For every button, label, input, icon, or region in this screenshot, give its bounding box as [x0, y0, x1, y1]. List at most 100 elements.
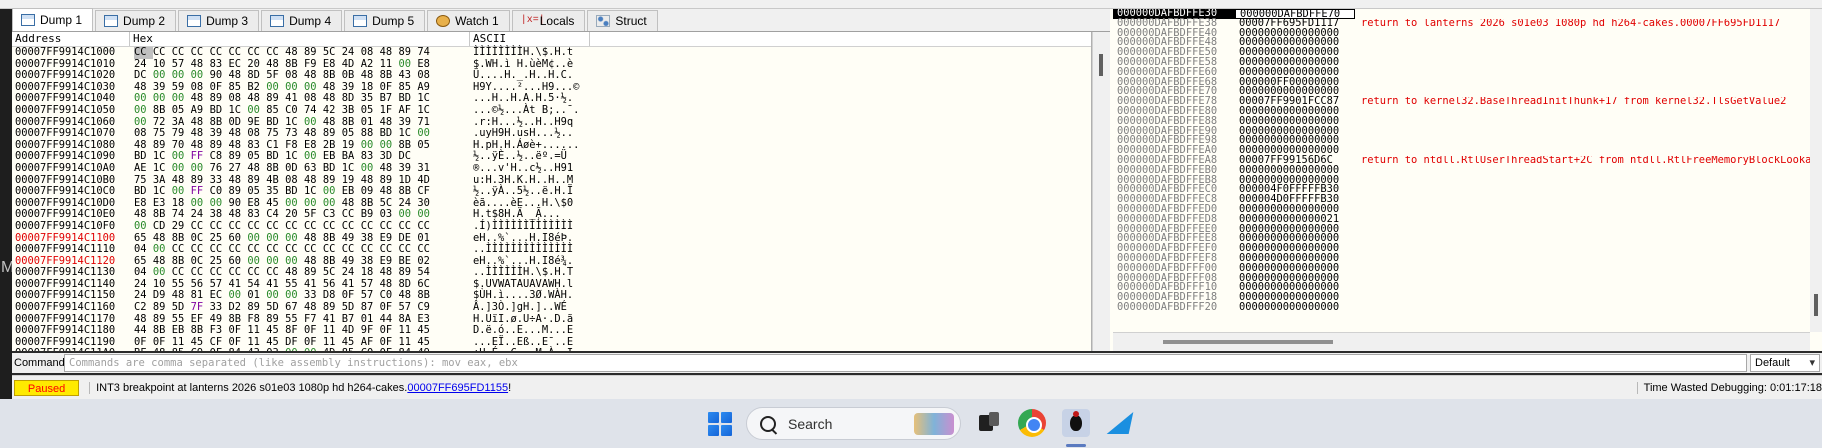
stack-comment: return to lanterns 2026 s01e03 1080p hd …: [1361, 18, 1781, 29]
stack-comment: [1355, 283, 1810, 293]
dump-scrollbar[interactable]: [1092, 32, 1110, 351]
tab-dump-2[interactable]: Dump 2: [95, 10, 177, 31]
stack-row[interactable]: 000000DAFBDFFEC8 000004D0FFFFFB30: [1113, 194, 1810, 205]
tab-label: Dump 3: [206, 14, 249, 28]
stack-pane[interactable]: 000000DAFBDFFE30 000000DAFBDFFE70 000000DA…: [1113, 9, 1810, 332]
breakpoint-address-link[interactable]: 00007FF695FD1155: [407, 382, 508, 394]
hex-column-header[interactable]: Hex: [130, 32, 470, 46]
stack-comment: [1355, 264, 1810, 274]
stack-row[interactable]: 000000DAFBDFFF20 0000000000000000: [1113, 302, 1810, 313]
stack-comment: [1355, 58, 1810, 68]
dump-hex-bytes: BF4885C90F84430300004D85C00F8449: [130, 348, 470, 351]
dump-icon: [270, 15, 285, 27]
stack-row[interactable]: 000000DAFBDFFE68 000000FF00000000: [1113, 76, 1810, 88]
stack-row[interactable]: 000000DAFBDFFE80 0000000000000000: [1113, 106, 1810, 117]
dump-hex-bytes: 00 8B 05 A9 BD 1C 00 85 C0 74 42 3B 05 1F AF 1C: [134, 103, 430, 116]
stack-row[interactable]: 000000DAFBDFFE38 00007FF695FD1117 return t…: [1113, 18, 1810, 29]
stack-row[interactable]: 000000DAFBDFFE98 0000000000000000: [1113, 135, 1810, 146]
dump-row[interactable]: 00007FF9914C1110 04 00 CC CC CC CC CC CC CC CC CC CC…: [12, 243, 1091, 256]
stack-row[interactable]: 000000DAFBDFFE58 0000000000000000: [1113, 57, 1810, 68]
dump-icon: [353, 15, 368, 27]
struct-icon: [596, 15, 611, 27]
stack-row[interactable]: 000000DAFBDFFEC0 000004F0FFFFFB30: [1113, 184, 1810, 195]
dump-row[interactable]: 00007FF9914C1000 CC CC CC CC CC CC CC CC 48 89 5C 24…: [12, 46, 1091, 59]
tab-watch-1[interactable]: Watch 1: [427, 10, 510, 31]
tab-dump-3[interactable]: Dump 3: [178, 10, 260, 31]
dump-ascii: Â.]3Ò.]gH.]..WÉ: [473, 301, 567, 314]
stack-row[interactable]: 000000DAFBDFFE40 0000000000000000: [1113, 27, 1810, 39]
chrome-icon[interactable]: [1018, 409, 1046, 437]
taskbar-search[interactable]: Search: [746, 407, 961, 440]
stack-row[interactable]: 000000DAFBDFFE50 0000000000000000: [1113, 47, 1810, 58]
stack-row[interactable]: 000000DAFBDFFF18 0000000000000000: [1113, 292, 1810, 303]
stack-row[interactable]: 000000DAFBDFFF08 0000000000000000: [1113, 272, 1810, 284]
stack-row[interactable]: 000000DAFBDFFE48 0000000000000000: [1113, 37, 1810, 48]
tab-dump-5[interactable]: Dump 5: [344, 10, 426, 31]
stack-row[interactable]: 000000DAFBDFFED0 0000000000000000: [1113, 204, 1810, 215]
stack-row[interactable]: 000000DAFBDFFE90 0000000000000000: [1113, 125, 1810, 137]
tab-locals[interactable]: |x=| Locals: [511, 10, 586, 31]
stack-row[interactable]: 000000DAFBDFFEF8 0000000000000000: [1113, 253, 1810, 264]
stack-row[interactable]: 000000DAFBDFFEF0 0000000000000000: [1113, 243, 1810, 254]
stack-row[interactable]: 000000DAFBDFFE78 00007FF9901FCC87 return t…: [1113, 96, 1810, 107]
tab-label: Dump 2: [123, 14, 166, 28]
stack-row[interactable]: 000000DAFBDFFEB8 0000000000000000: [1113, 174, 1810, 186]
stack-row[interactable]: 000000DAFBDFFEA8 00007FF99156D6C return to…: [1113, 155, 1810, 166]
stack-comment: return to ntdll.RtlUserThreadStart+2C fr…: [1361, 155, 1810, 166]
stack-row[interactable]: 000000DAFBDFFE70 0000000000000000: [1113, 86, 1810, 97]
search-label: Search: [788, 415, 833, 432]
stack-row[interactable]: 000000DAFBDFFEE8 0000000000000000: [1113, 233, 1810, 244]
stack-comment: [1355, 225, 1810, 235]
command-input[interactable]: Commands are comma separated (like assem…: [64, 354, 1747, 372]
dump-tab-bar: Dump 1 Dump 2 Dump 3 Dump 4 Dump 5 Watch 1 |x=…: [12, 8, 1110, 32]
search-icon: [760, 415, 776, 432]
stack-row[interactable]: 000000DAFBDFFEE0 0000000000000000: [1113, 223, 1810, 235]
tab-struct[interactable]: Struct: [587, 10, 658, 31]
stack-row[interactable]: 000000DAFBDFFEA0 0000000000000000: [1113, 145, 1810, 156]
stack-row[interactable]: 000000DAFBDFFED8 0000000000000021: [1113, 214, 1810, 225]
dump-row[interactable]: 00007FF9914C10C0 BD 1C 00 FF C0 89 05 35 BD 1C 00 EB…: [12, 186, 1091, 198]
dump-row[interactable]: 00007FF9914C10A0 AE 1C 00 00 76 27 48 8B 0D 63 BD 1C…: [12, 161, 1091, 175]
ascii-column-header[interactable]: ASCII: [470, 32, 590, 46]
dump-address: 00007FF9914C11A0: [12, 348, 130, 351]
dump-hex-bytes: AE 1C 00 00 76 27 48 8B 0D 63 BD 1C 00 48 39 31: [134, 161, 430, 174]
stack-row[interactable]: 000000DAFBDFFF10 0000000000000000: [1113, 282, 1810, 293]
dump-row[interactable]: 00007FF9914C11A0BF4885C90F84430300004D85…: [12, 348, 1091, 351]
debug-state-badge: Paused: [14, 379, 80, 396]
dump-pane[interactable]: Address Hex ASCII 00007FF9914C1000 CC CC CC…: [12, 32, 1092, 351]
command-mode-select[interactable]: Default: [1750, 354, 1820, 372]
stack-row[interactable]: 000000DAFBDFFE60 0000000000000000: [1113, 67, 1810, 78]
tab-label: Locals: [539, 14, 575, 28]
stack-row[interactable]: 000000DAFBDFFF00 0000000000000000: [1113, 263, 1810, 274]
dump-row[interactable]: 00007FF9914C1070 08 75 79 48 39 48 08 75 73 48 89 05…: [12, 128, 1091, 140]
tab-label: Dump 5: [372, 14, 415, 28]
stack-row[interactable]: 000000DAFBDFFE88 0000000000000000: [1113, 116, 1810, 127]
dump-row[interactable]: 00007FF9914C10F0 00 CD 29 CC CC CC CC CC CC CC CC CC…: [12, 220, 1091, 233]
task-view-icon[interactable]: [975, 409, 1003, 437]
address-column-header[interactable]: Address: [12, 32, 130, 46]
stack-comment: [1355, 78, 1810, 88]
tab-label: Watch 1: [455, 14, 499, 28]
tab-label: Dump 4: [289, 14, 332, 28]
stack-row[interactable]: 000000DAFBDFFEB0 0000000000000000: [1113, 165, 1810, 176]
stack-comment: [1355, 303, 1810, 313]
x64dbg-icon[interactable]: [1062, 409, 1090, 437]
stack-horizontal-scrollbar[interactable]: [1113, 332, 1810, 351]
stack-row[interactable]: 000000DAFBDFFE30 000000DAFBDFFE70: [1113, 9, 1810, 19]
dump-row[interactable]: 00007FF9914C1160 C2 89 5D 7F 33 D2 89 5D 67 48 89 5D…: [12, 301, 1091, 314]
dump-header: Address Hex ASCII: [12, 32, 1091, 47]
tab-dump-1[interactable]: Dump 1: [12, 8, 94, 31]
tab-label: Dump 1: [40, 13, 83, 27]
taskbar: Search: [0, 399, 1822, 448]
dump-icon: [187, 15, 202, 27]
start-icon[interactable]: [708, 412, 732, 436]
dump-ascii: ..ÌÌÌÌÌÌÌÌÌÌÌÌÌÌ: [473, 243, 574, 256]
stack-comment: return to kernel32.BaseThreadInitThunk+1…: [1361, 97, 1787, 107]
stack-comment: [1355, 68, 1810, 78]
watch-icon: [436, 15, 451, 27]
app-icon[interactable]: [1106, 409, 1134, 437]
dump-row[interactable]: 00007FF9914C1050 00 8B 05 A9 BD 1C 00 85 C0 74 42 3B…: [12, 103, 1091, 117]
stack-vertical-scrollbar[interactable]: [1810, 9, 1822, 332]
tab-dump-4[interactable]: Dump 4: [261, 10, 343, 31]
stack-comment: [1355, 185, 1810, 195]
